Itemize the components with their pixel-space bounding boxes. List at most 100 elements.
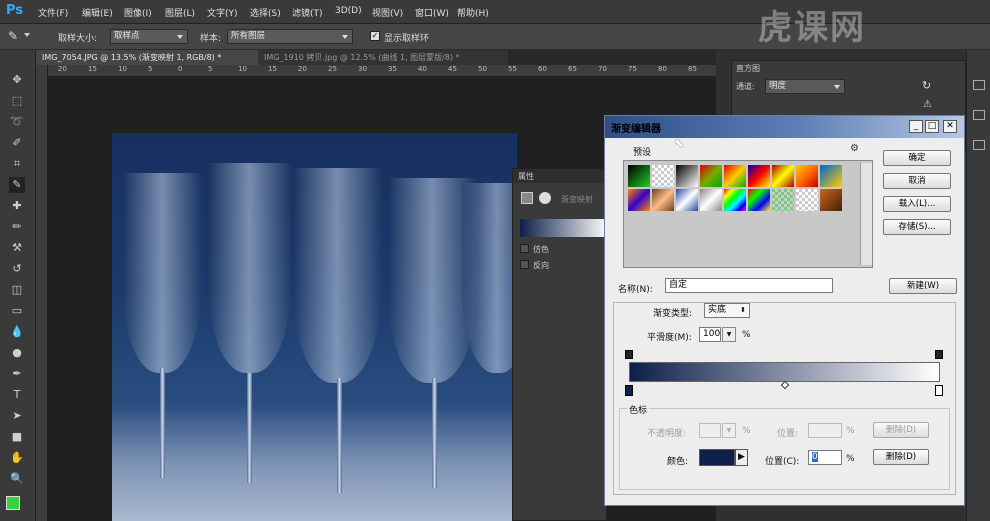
healing-brush-tool-icon[interactable]: ✚ bbox=[9, 198, 25, 214]
path-select-tool-icon[interactable]: ➤ bbox=[9, 408, 25, 424]
preset-swatch[interactable] bbox=[724, 165, 746, 187]
quick-select-tool-icon[interactable]: ✐ bbox=[9, 135, 25, 151]
preset-swatch[interactable] bbox=[748, 165, 770, 187]
layers-panel-icon[interactable] bbox=[973, 140, 985, 150]
shape-tool-icon[interactable]: ■ bbox=[9, 429, 25, 445]
eyedropper-icon[interactable]: ✎ bbox=[8, 29, 18, 43]
pen-tool-icon[interactable]: ✒ bbox=[9, 366, 25, 382]
dialog-title-bar[interactable]: 渐变编辑器 _ □ ✕ bbox=[605, 116, 964, 138]
maximize-icon[interactable]: □ bbox=[925, 120, 939, 133]
hand-tool-icon[interactable]: ✋ bbox=[9, 450, 25, 466]
refresh-icon[interactable]: ↻ bbox=[922, 79, 931, 92]
preset-swatch[interactable] bbox=[724, 189, 746, 211]
ruler-mark: 15 bbox=[268, 65, 277, 73]
opacity-stop-left[interactable] bbox=[625, 350, 633, 359]
zoom-tool-icon[interactable]: 🔍 bbox=[9, 471, 25, 487]
preset-swatch[interactable] bbox=[772, 189, 794, 211]
channel-select[interactable]: 明度 bbox=[765, 79, 845, 94]
stop-color-swatch[interactable] bbox=[699, 449, 735, 466]
properties-panel-icon[interactable] bbox=[973, 110, 985, 120]
dodge-tool-icon[interactable]: ● bbox=[9, 345, 25, 361]
tool-preset-dropdown-icon[interactable] bbox=[24, 33, 30, 40]
close-icon[interactable]: ✕ bbox=[943, 120, 957, 133]
blur-tool-icon[interactable]: 💧 bbox=[9, 324, 25, 340]
menu-3d[interactable]: 3D(D) bbox=[335, 6, 362, 16]
document-image[interactable] bbox=[112, 133, 517, 521]
mouse-cursor-icon: ⬉ bbox=[674, 136, 685, 150]
preset-swatch[interactable] bbox=[676, 165, 698, 187]
preset-swatch[interactable] bbox=[820, 189, 842, 211]
menu-filter[interactable]: 滤镜(T) bbox=[292, 6, 323, 19]
tab-img-7054[interactable]: IMG_7054.JPG @ 13.5% (渐变映射 1, RGB/8) * bbox=[36, 50, 258, 65]
menu-help[interactable]: 帮助(H) bbox=[457, 6, 489, 19]
preset-swatch[interactable] bbox=[700, 189, 722, 211]
brush-tool-icon[interactable]: ✏ bbox=[9, 219, 25, 235]
smoothness-dropdown-icon[interactable]: ▼ bbox=[722, 327, 736, 342]
sample-select[interactable]: 所有图层 bbox=[227, 29, 353, 44]
foreground-color-swatch[interactable] bbox=[6, 496, 20, 510]
preset-swatch[interactable] bbox=[652, 189, 674, 211]
color-label: 颜色: bbox=[667, 457, 689, 467]
minimize-icon[interactable]: _ bbox=[909, 120, 923, 133]
new-button[interactable]: 新建(W) bbox=[889, 278, 957, 294]
preset-swatch[interactable] bbox=[796, 165, 818, 187]
reverse-checkbox[interactable] bbox=[520, 260, 529, 269]
gradient-tool-icon[interactable]: ▭ bbox=[9, 303, 25, 319]
menu-edit[interactable]: 编辑(E) bbox=[82, 6, 113, 19]
cancel-button[interactable]: 取消 bbox=[883, 173, 951, 189]
show-ring-checkbox[interactable]: ✓ bbox=[370, 31, 380, 41]
ruler-mark: 5 bbox=[208, 65, 213, 73]
save-button[interactable]: 存储(S)... bbox=[883, 219, 951, 235]
ok-button[interactable]: 确定 bbox=[883, 150, 951, 166]
preset-swatch[interactable] bbox=[628, 165, 650, 187]
menu-image[interactable]: 图像(I) bbox=[124, 6, 152, 19]
gradient-bar[interactable] bbox=[629, 362, 940, 382]
menu-file[interactable]: 文件(F) bbox=[38, 6, 68, 19]
tab-img-1910[interactable]: IMG_1910 拷贝.jpg @ 12.5% (曲线 1, 图层蒙版/8) * bbox=[258, 50, 508, 65]
ruler-mark: 20 bbox=[298, 65, 307, 73]
menu-layer[interactable]: 图层(L) bbox=[165, 6, 195, 19]
preset-swatch[interactable] bbox=[820, 165, 842, 187]
color-stop-left[interactable] bbox=[625, 385, 633, 396]
gradient-editor-dialog: 渐变编辑器 _ □ ✕ 预设 ⚙ 确定 取消 载入(L)... 存储(S)...… bbox=[604, 115, 965, 506]
color-stop-right[interactable] bbox=[935, 385, 943, 396]
menu-select[interactable]: 选择(S) bbox=[250, 6, 281, 19]
menu-type[interactable]: 文字(Y) bbox=[207, 6, 238, 19]
move-tool-icon[interactable]: ✥ bbox=[9, 72, 25, 88]
eraser-tool-icon[interactable]: ◫ bbox=[9, 282, 25, 298]
preset-swatch[interactable] bbox=[700, 165, 722, 187]
name-field[interactable]: 自定 bbox=[665, 278, 833, 293]
load-button[interactable]: 载入(L)... bbox=[883, 196, 951, 212]
preset-swatch[interactable] bbox=[628, 189, 650, 211]
opacity-stop-right[interactable] bbox=[935, 350, 943, 359]
color-delete-button[interactable]: 删除(D) bbox=[873, 449, 929, 465]
sample-size-select[interactable]: 取样点 bbox=[110, 29, 188, 44]
preset-swatch[interactable] bbox=[676, 189, 698, 211]
clone-stamp-tool-icon[interactable]: ⚒ bbox=[9, 240, 25, 256]
preset-swatch[interactable] bbox=[748, 189, 770, 211]
gradient-type-select[interactable]: 实底 ⬍ bbox=[704, 303, 750, 318]
adjustment-icon[interactable] bbox=[521, 192, 533, 204]
marquee-tool-icon[interactable]: ⬚ bbox=[9, 93, 25, 109]
gradient-map-preview[interactable] bbox=[520, 219, 608, 237]
mask-icon[interactable] bbox=[539, 192, 551, 204]
lasso-tool-icon[interactable]: ➰ bbox=[9, 114, 25, 130]
menu-window[interactable]: 窗口(W) bbox=[415, 6, 449, 19]
history-panel-icon[interactable] bbox=[973, 80, 985, 90]
document-tabs: IMG_7054.JPG @ 13.5% (渐变映射 1, RGB/8) * I… bbox=[36, 50, 716, 65]
color-arrow-icon[interactable]: ▶ bbox=[735, 449, 748, 466]
preset-swatch[interactable] bbox=[772, 165, 794, 187]
presets-scrollbar[interactable] bbox=[860, 163, 872, 265]
preset-swatch[interactable] bbox=[652, 165, 674, 187]
presets-gear-icon[interactable]: ⚙ bbox=[850, 143, 859, 154]
preset-swatch[interactable] bbox=[796, 189, 818, 211]
crop-tool-icon[interactable]: ⌗ bbox=[9, 156, 25, 172]
color-location-field[interactable]: 0 bbox=[808, 450, 842, 465]
type-tool-icon[interactable]: T bbox=[9, 387, 25, 403]
smoothness-field[interactable]: 100 bbox=[699, 327, 721, 342]
ruler-mark: 45 bbox=[448, 65, 457, 73]
dither-checkbox[interactable] bbox=[520, 244, 529, 253]
menu-view[interactable]: 视图(V) bbox=[372, 6, 403, 19]
eyedropper-tool-icon[interactable]: ✎ bbox=[9, 177, 25, 193]
history-brush-tool-icon[interactable]: ↺ bbox=[9, 261, 25, 277]
